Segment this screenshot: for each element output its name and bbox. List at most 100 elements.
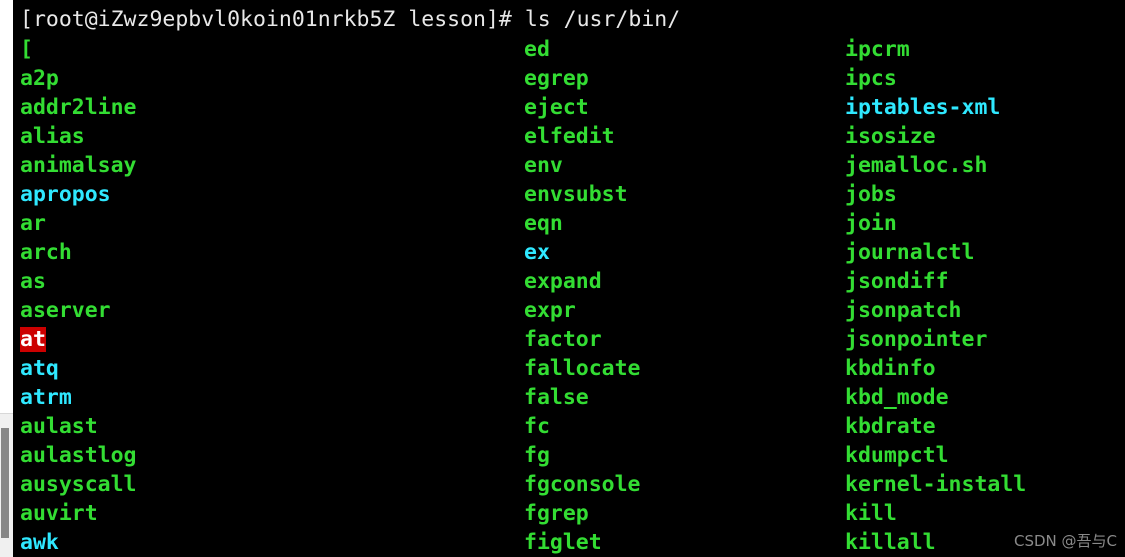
ls-entry-label: kill bbox=[845, 501, 897, 526]
ls-entry-label: jobs bbox=[845, 182, 897, 207]
ls-entry: egrep bbox=[524, 64, 641, 93]
ls-entry: journalctl bbox=[845, 238, 1026, 267]
ls-entry-label: jemalloc.sh bbox=[845, 153, 988, 178]
ls-entry-label: auvirt bbox=[20, 501, 98, 526]
ls-entry: aulastlog bbox=[20, 441, 137, 470]
ls-entry-label: [ bbox=[20, 37, 33, 62]
ls-entry-label: kbdrate bbox=[845, 414, 936, 439]
ls-entry: kdumpctl bbox=[845, 441, 1026, 470]
ls-output-column-3: ipcrm ipcs iptables-xml isosize jemalloc.sh j… bbox=[845, 35, 1026, 557]
ls-entry-label: addr2line bbox=[20, 95, 137, 120]
ls-entry-label: as bbox=[20, 269, 46, 294]
ls-entry-label: jsonpatch bbox=[845, 298, 962, 323]
ls-entry-label: atrm bbox=[20, 385, 72, 410]
ls-entry: fg bbox=[524, 441, 641, 470]
ls-entry-label: kernel-install bbox=[845, 472, 1027, 497]
ls-entry-label: kbd_mode bbox=[845, 385, 949, 410]
ls-entry-label: join bbox=[845, 211, 897, 236]
ls-entry: ipcs bbox=[845, 64, 1026, 93]
ls-entry-label: fg bbox=[524, 443, 550, 468]
ls-entry: jsonpatch bbox=[845, 296, 1026, 325]
ls-entry: atrm bbox=[20, 383, 137, 412]
ls-entry-label: ar bbox=[20, 211, 46, 236]
ls-entry-label: aulastlog bbox=[20, 443, 137, 468]
ls-entry-label: ipcrm bbox=[845, 37, 910, 62]
ls-entry: auvirt bbox=[20, 499, 137, 528]
ls-entry-label: ed bbox=[524, 37, 550, 62]
ls-entry-label: fc bbox=[524, 414, 550, 439]
ls-entry: jsonpointer bbox=[845, 325, 1026, 354]
ls-entry-label: apropos bbox=[20, 182, 111, 207]
ls-entry-label: killall bbox=[845, 530, 936, 555]
ls-entry: env bbox=[524, 151, 641, 180]
ls-entry: ex bbox=[524, 238, 641, 267]
ls-entry-label: env bbox=[524, 153, 563, 178]
ls-entry: iptables-xml bbox=[845, 93, 1026, 122]
ls-entry-label: arch bbox=[20, 240, 72, 265]
ls-entry: ipcrm bbox=[845, 35, 1026, 64]
ls-output-column-1: [ a2p addr2line alias animalsay apropos ar arch… bbox=[20, 35, 137, 557]
ls-entry-label: at bbox=[20, 327, 46, 352]
ls-entry: isosize bbox=[845, 122, 1026, 151]
ls-entry-label: egrep bbox=[524, 66, 589, 91]
ls-entry: jobs bbox=[845, 180, 1026, 209]
ls-entry: jemalloc.sh bbox=[845, 151, 1026, 180]
ls-entry: animalsay bbox=[20, 151, 137, 180]
ls-entry-label: awk bbox=[20, 530, 59, 555]
shell-prompt-line: [root@iZwz9epbvl0koin01nrkb5Z lesson]# l… bbox=[20, 7, 681, 32]
ls-entry: join bbox=[845, 209, 1026, 238]
ls-entry: a2p bbox=[20, 64, 137, 93]
ls-entry: aserver bbox=[20, 296, 137, 325]
ls-entry: apropos bbox=[20, 180, 137, 209]
ls-entry: kbdrate bbox=[845, 412, 1026, 441]
ls-entry: alias bbox=[20, 122, 137, 151]
ls-entry-label: ausyscall bbox=[20, 472, 137, 497]
terminal-output-area[interactable]: [root@iZwz9epbvl0koin01nrkb5Z lesson]# l… bbox=[13, 0, 1125, 557]
ls-entry-label: journalctl bbox=[845, 240, 975, 265]
ls-entry-label: elfedit bbox=[524, 124, 615, 149]
host-app-left-panel bbox=[0, 0, 13, 557]
ls-entry-label: jsonpointer bbox=[845, 327, 988, 352]
ls-entry-label: fallocate bbox=[524, 356, 641, 381]
ls-entry-label: alias bbox=[20, 124, 85, 149]
ls-entry: fgconsole bbox=[524, 470, 641, 499]
ls-entry-label: fgrep bbox=[524, 501, 589, 526]
ls-entry: as bbox=[20, 267, 137, 296]
ls-entry-label: kbdinfo bbox=[845, 356, 936, 381]
ls-output-column-2: ed egrep eject elfedit env envsubst eqn ex expan… bbox=[524, 35, 641, 557]
terminal-screenshot: [root@iZwz9epbvl0koin01nrkb5Z lesson]# l… bbox=[0, 0, 1125, 557]
ls-entry-label: jsondiff bbox=[845, 269, 949, 294]
ls-entry: fallocate bbox=[524, 354, 641, 383]
ls-entry: envsubst bbox=[524, 180, 641, 209]
ls-entry-label: aserver bbox=[20, 298, 111, 323]
ls-entry: atq bbox=[20, 354, 137, 383]
ls-entry: aulast bbox=[20, 412, 137, 441]
ls-entry-label: atq bbox=[20, 356, 59, 381]
ls-entry-label: isosize bbox=[845, 124, 936, 149]
vertical-scrollbar-thumb[interactable] bbox=[1, 428, 9, 538]
ls-entry: elfedit bbox=[524, 122, 641, 151]
ls-entry-label: a2p bbox=[20, 66, 59, 91]
ls-entry: expand bbox=[524, 267, 641, 296]
ls-entry: false bbox=[524, 383, 641, 412]
ls-entry: kernel-install bbox=[845, 470, 1026, 499]
ls-entry: eject bbox=[524, 93, 641, 122]
vertical-scrollbar-track[interactable] bbox=[0, 413, 13, 557]
ls-entry-label: aulast bbox=[20, 414, 98, 439]
ls-entry: jsondiff bbox=[845, 267, 1026, 296]
ls-entry: at bbox=[20, 325, 137, 354]
ls-entry-label: false bbox=[524, 385, 589, 410]
ls-entry: fgrep bbox=[524, 499, 641, 528]
ls-entry: arch bbox=[20, 238, 137, 267]
ls-entry-label: ipcs bbox=[845, 66, 897, 91]
ls-entry-label: factor bbox=[524, 327, 602, 352]
ls-entry-label: figlet bbox=[524, 530, 602, 555]
ls-entry-label: expr bbox=[524, 298, 576, 323]
csdn-watermark: CSDN @吾与C bbox=[1013, 532, 1117, 550]
ls-entry-label: expand bbox=[524, 269, 602, 294]
ls-entry: addr2line bbox=[20, 93, 137, 122]
ls-entry: killall bbox=[845, 528, 1026, 557]
ls-entry: ar bbox=[20, 209, 137, 238]
ls-entry: expr bbox=[524, 296, 641, 325]
ls-entry: factor bbox=[524, 325, 641, 354]
